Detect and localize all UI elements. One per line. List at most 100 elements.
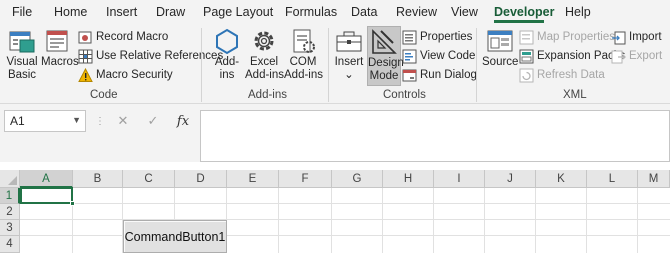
properties-button[interactable]: Properties (402, 28, 472, 46)
gridline (20, 235, 670, 236)
chevron-down-icon[interactable]: ▼ (72, 115, 81, 125)
tab-page-layout[interactable]: Page Layout (203, 5, 273, 19)
source-button[interactable]: Source (482, 26, 518, 86)
row-header-2[interactable]: 2 (0, 204, 20, 220)
tab-view[interactable]: View (451, 5, 478, 19)
resize-handle[interactable]: ⋮ (95, 116, 105, 127)
warning-icon (78, 67, 93, 82)
addins-label-line1: Add- (214, 56, 240, 68)
command-button[interactable]: CommandButton1 (123, 220, 227, 253)
active-tab-indicator (494, 20, 544, 23)
import-button[interactable]: Import (611, 28, 662, 46)
addins-label-line2: ins (219, 69, 235, 81)
addins-icon (216, 28, 238, 55)
column-header-b[interactable]: B (73, 170, 123, 188)
column-header-a[interactable]: A (20, 170, 73, 188)
group-separator (328, 28, 329, 102)
record-macro-button[interactable]: Record Macro (78, 28, 168, 46)
macro-security-button[interactable]: Macro Security (78, 66, 173, 84)
column-header-h[interactable]: H (383, 170, 434, 188)
visual-basic-label-line1: Visual (6, 56, 38, 68)
name-box[interactable]: A1 ▼ (4, 110, 86, 132)
column-header-k[interactable]: K (536, 170, 587, 188)
column-header-j[interactable]: J (485, 170, 536, 188)
tab-insert[interactable]: Insert (106, 5, 137, 19)
gridline (278, 188, 279, 253)
visual-basic-label-line2: Basic (7, 69, 37, 81)
tab-help[interactable]: Help (565, 5, 591, 19)
row-header-3[interactable]: 3 (0, 220, 20, 236)
tab-data[interactable]: Data (351, 5, 377, 19)
gridline (433, 188, 434, 253)
column-header-m[interactable]: M (638, 170, 670, 188)
row-header-4[interactable]: 4 (0, 236, 20, 253)
macro-security-label: Macro Security (96, 69, 173, 81)
run-dialog-button[interactable]: Run Dialog (402, 66, 477, 84)
column-header-e[interactable]: E (227, 170, 279, 188)
tab-review[interactable]: Review (396, 5, 437, 19)
map-properties-icon (519, 30, 534, 44)
properties-icon (402, 30, 417, 44)
column-header-i[interactable]: I (434, 170, 485, 188)
visual-basic-icon (9, 31, 35, 53)
design-mode-button[interactable]: Design Mode (367, 26, 404, 86)
tab-developer[interactable]: Developer (494, 5, 554, 19)
insert-control-button[interactable]: Insert ⌄ (334, 26, 364, 86)
com-addins-button[interactable]: COM Add-ins (284, 26, 323, 86)
source-label: Source (482, 56, 519, 68)
column-header-g[interactable]: G (332, 170, 383, 188)
column-header-l[interactable]: L (587, 170, 638, 188)
gridline (20, 219, 670, 220)
name-box-value: A1 (10, 114, 25, 128)
run-dialog-label: Run Dialog (420, 69, 477, 81)
gridline (535, 188, 536, 253)
tab-file[interactable]: File (12, 5, 32, 19)
tab-draw[interactable]: Draw (156, 5, 185, 19)
fill-handle[interactable] (70, 201, 75, 206)
ribbon: Visual Basic Macros Record Macro Use Rel… (0, 24, 670, 104)
visual-basic-button[interactable]: Visual Basic (4, 26, 40, 86)
source-icon (487, 30, 513, 52)
expansion-packs-button[interactable]: Expansion Packs (519, 47, 625, 65)
formula-input[interactable] (200, 110, 670, 162)
insert-control-label: Insert (334, 56, 364, 68)
group-separator (476, 28, 477, 102)
select-all-button[interactable] (0, 170, 20, 188)
macros-button[interactable]: Macros (41, 26, 79, 86)
com-addins-label-line2: Add-ins (284, 69, 323, 81)
refresh-data-button[interactable]: Refresh Data (519, 66, 605, 84)
properties-label: Properties (420, 31, 473, 43)
column-header-d[interactable]: D (175, 170, 227, 188)
column-header-f[interactable]: F (279, 170, 332, 188)
selected-cell[interactable] (20, 187, 73, 204)
code-group-label: Code (90, 89, 118, 101)
cancel-icon[interactable]: ✕ (108, 113, 138, 129)
gridline (484, 188, 485, 253)
worksheet-grid[interactable]: A B C D E F G H I J K L M 1 2 3 4 Comman… (0, 170, 670, 253)
controls-group-label: Controls (383, 89, 426, 101)
map-properties-button[interactable]: Map Properties (519, 28, 615, 46)
insert-function-icon[interactable]: fx (168, 114, 198, 129)
excel-addins-button[interactable]: Excel Add-ins (245, 26, 284, 86)
design-mode-label-line2: Mode (369, 70, 399, 82)
column-header-c[interactable]: C (123, 170, 175, 188)
macros-icon (46, 30, 68, 52)
view-code-button[interactable]: View Code (402, 47, 475, 65)
com-addins-label-line1: COM (289, 56, 317, 68)
design-mode-icon (372, 29, 397, 54)
tab-formulas[interactable]: Formulas (285, 5, 337, 19)
row-header-1[interactable]: 1 (0, 188, 20, 204)
use-relative-references-label: Use Relative References (96, 50, 224, 62)
import-icon (612, 31, 626, 44)
excel-addins-label-line1: Excel (249, 56, 279, 68)
chevron-down-icon: ⌄ (344, 69, 354, 81)
formula-buttons: ✕ ✓ fx (108, 110, 198, 132)
addins-button[interactable]: Add- ins (210, 26, 244, 86)
export-button[interactable]: Export (611, 47, 662, 65)
enter-icon[interactable]: ✓ (138, 113, 168, 129)
xml-group-label: XML (563, 89, 587, 101)
command-button-label: CommandButton1 (124, 229, 226, 244)
tab-home[interactable]: Home (54, 5, 87, 19)
map-properties-label: Map Properties (537, 31, 615, 43)
run-dialog-icon (402, 69, 417, 81)
